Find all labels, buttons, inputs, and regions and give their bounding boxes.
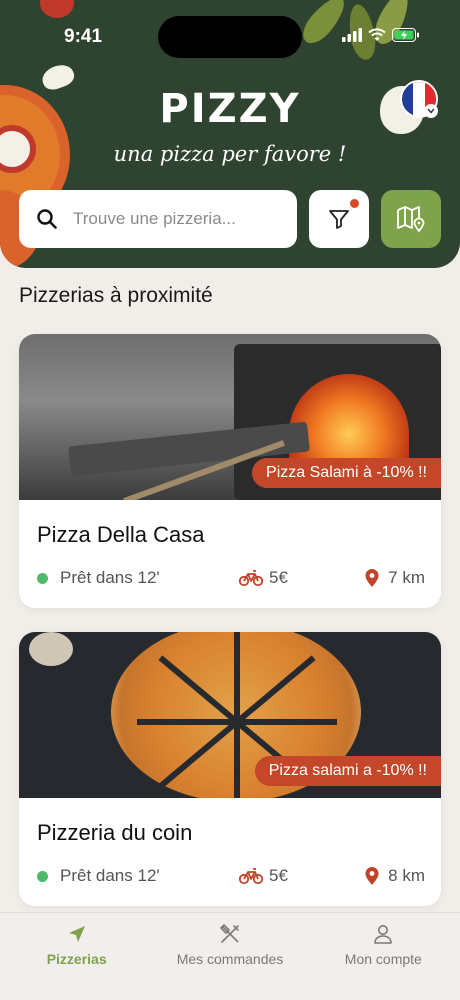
pizzeria-meta: Prêt dans 12' 5€ 7 km xyxy=(37,566,425,590)
pizzeria-name: Pizza Della Casa xyxy=(37,522,205,547)
navigation-arrow-icon xyxy=(68,926,85,942)
header: 9:41 PIZZY una pizza per favore ! xyxy=(0,0,460,268)
app-subtitle: una pizza per favore ! xyxy=(113,142,347,166)
pizzeria-meta: Prêt dans 12' 5€ 8 km xyxy=(37,864,425,888)
pizza-slice-cut xyxy=(137,719,337,725)
ready-time-label: Prêt dans 12' xyxy=(60,866,160,885)
section-title: Pizzerias à proximité xyxy=(19,284,213,307)
location-pin-icon xyxy=(365,569,379,587)
tab-orders[interactable]: Mes commandes xyxy=(155,923,305,1000)
tab-pizzerias[interactable]: Pizzerias xyxy=(2,923,152,1000)
tomato-decoration xyxy=(40,0,74,18)
bike-icon xyxy=(239,868,263,885)
chevron-down-icon[interactable] xyxy=(424,104,438,118)
filter-active-dot xyxy=(350,199,359,208)
distance-label: 7 km xyxy=(388,568,425,587)
ready-status-dot xyxy=(37,572,48,584)
pizzeria-image: Pizza salami a -10% !! xyxy=(19,632,441,798)
delivery-fee-label: 5€ xyxy=(269,866,288,885)
delivery-fee: 5€ xyxy=(239,866,359,886)
utensils-icon xyxy=(220,924,239,943)
wifi-icon xyxy=(368,28,386,41)
garlic-shape xyxy=(29,632,73,666)
search-icon xyxy=(37,209,57,229)
tab-label: Mon compte xyxy=(344,951,422,967)
ready-time: Prêt dans 12' xyxy=(37,568,239,588)
search-field[interactable] xyxy=(19,190,297,248)
pizzeria-card[interactable]: Pizza Salami à -10% !! Pizza Della Casa … xyxy=(19,334,441,608)
delivery-fee-label: 5€ xyxy=(269,568,288,587)
filter-button[interactable] xyxy=(309,190,369,248)
user-icon xyxy=(374,925,393,944)
pizzeria-card[interactable]: Pizza salami a -10% !! Pizzeria du coin … xyxy=(19,632,441,906)
distance: 7 km xyxy=(364,568,425,588)
ready-time: Prêt dans 12' xyxy=(37,866,239,886)
location-pin-icon xyxy=(365,867,379,885)
promo-badge: Pizza salami a -10% !! xyxy=(254,756,441,786)
flag-white xyxy=(413,82,425,116)
pizzeria-name: Pizzeria du coin xyxy=(37,820,193,845)
battery-charging-icon xyxy=(392,28,419,42)
flag-blue xyxy=(402,82,414,116)
ready-status-dot xyxy=(37,870,48,882)
bike-icon xyxy=(239,570,263,587)
delivery-fee: 5€ xyxy=(239,568,359,588)
status-icons xyxy=(342,28,420,42)
pizzeria-image: Pizza Salami à -10% !! xyxy=(19,334,441,500)
distance: 8 km xyxy=(364,866,425,886)
tab-bar: Pizzerias Mes commandes Mon compte xyxy=(0,912,460,1000)
map-location-icon xyxy=(397,206,425,233)
distance-label: 8 km xyxy=(388,866,425,885)
tab-label: Pizzerias xyxy=(46,951,107,967)
tab-label: Mes commandes xyxy=(176,951,284,967)
status-time: 9:41 xyxy=(64,26,103,47)
tab-account[interactable]: Mon compte xyxy=(308,923,458,1000)
signal-icon xyxy=(342,28,362,42)
map-button[interactable] xyxy=(381,190,441,248)
dynamic-island xyxy=(158,16,302,58)
ready-time-label: Prêt dans 12' xyxy=(60,568,160,587)
filter-icon xyxy=(329,210,349,229)
search-input[interactable] xyxy=(73,209,273,229)
promo-badge: Pizza Salami à -10% !! xyxy=(252,458,441,488)
